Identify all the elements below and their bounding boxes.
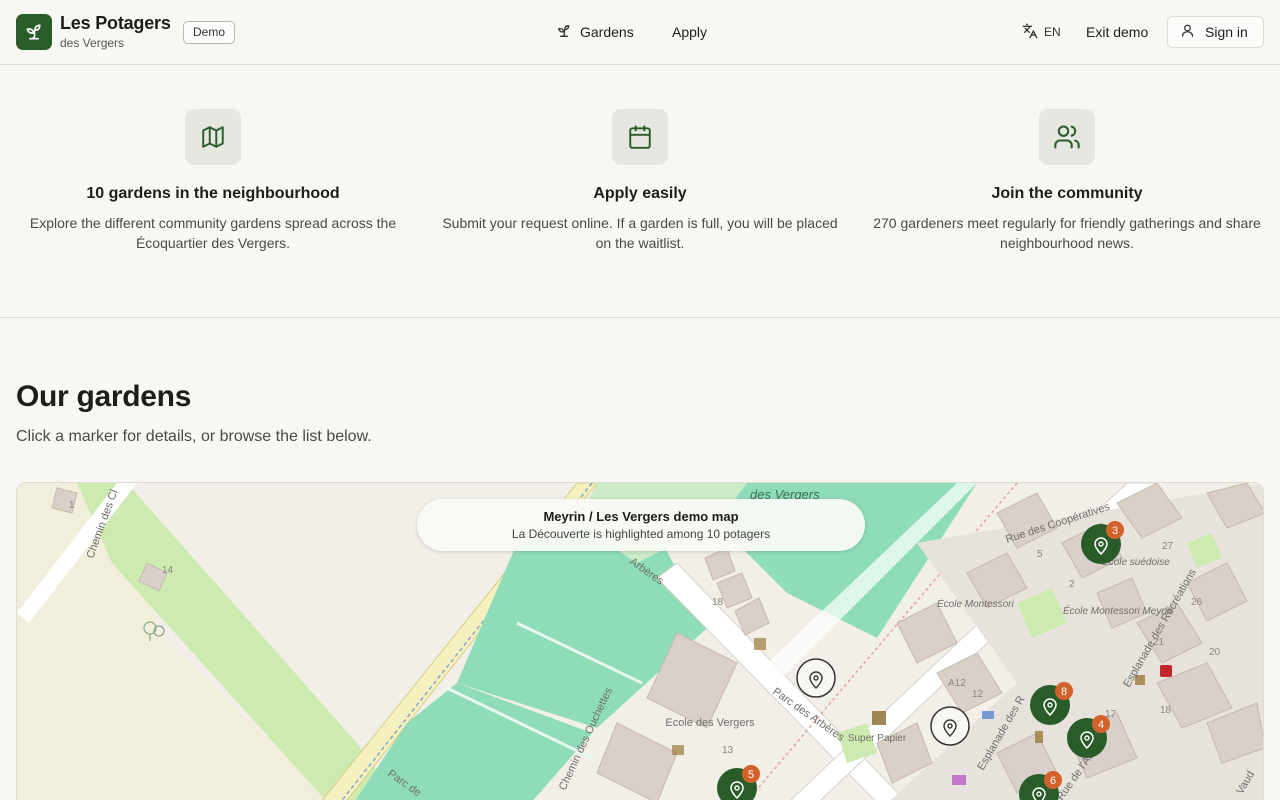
nav-apply-link[interactable]: Apply <box>672 22 707 42</box>
cluster-count: 4 <box>1098 719 1104 731</box>
map-caption-subtitle: La Découverte is highlighted among 10 po… <box>511 527 771 541</box>
map-street-label: École Montessori Meyrin <box>1063 604 1173 617</box>
map-marker[interactable] <box>930 706 970 746</box>
map-house-number: 21 <box>1153 637 1165 648</box>
map-house-number: 12 <box>972 689 984 700</box>
exit-demo-button[interactable]: Exit demo <box>1086 22 1148 42</box>
feature-title: 10 gardens in the neighbourhood <box>86 185 340 202</box>
user-icon <box>1180 23 1195 41</box>
cluster-count: 3 <box>1112 525 1118 537</box>
feature-title: Apply easily <box>593 185 687 202</box>
feature-description: Submit your request online. If a garden … <box>442 215 838 251</box>
brand-subtitle: des Vergers <box>60 36 125 50</box>
map-street-label: École Montessori <box>937 597 1014 610</box>
sign-in-label: Sign in <box>1205 24 1248 40</box>
translate-icon <box>1022 23 1038 42</box>
map-street-label: Ecole des Vergers <box>665 717 755 729</box>
sprout-logo-icon[interactable] <box>16 14 52 50</box>
map-house-number: 18 <box>712 597 724 608</box>
gardens-section-title: Our gardens <box>16 380 192 413</box>
map-house-number: 13 <box>722 745 734 756</box>
language-switcher[interactable]: EN <box>1012 16 1071 48</box>
map-street-label: Super Papier <box>848 733 907 744</box>
cluster-count: 6 <box>1050 775 1056 787</box>
map-caption: Meyrin / Les Vergers demo map La Découve… <box>417 499 865 551</box>
map-icon <box>185 109 241 165</box>
feature-description: Explore the different community gardens … <box>29 215 397 251</box>
language-label: EN <box>1044 25 1061 39</box>
gardens-map[interactable]: Chemin des Cl des Vergers Rue des Coopér… <box>16 482 1264 800</box>
nav-gardens-link[interactable]: Gardens <box>556 22 634 42</box>
gardens-section-subtitle: Click a marker for details, or browse th… <box>16 428 372 445</box>
cluster-count: 5 <box>748 769 754 781</box>
map-house-number: 27 <box>1162 541 1174 552</box>
map-house-number: 26 <box>1191 597 1203 608</box>
map-house-number: 1 <box>69 500 75 511</box>
brand-title[interactable]: Les Potagers <box>60 13 171 34</box>
nav-gardens-label: Gardens <box>580 24 634 40</box>
map-house-number: 20 <box>1209 647 1221 658</box>
features-section: 10 gardens in the neighbourhood Explore … <box>0 65 1280 318</box>
feature-description: 270 gardeners meet regularly for friendl… <box>873 215 1261 251</box>
demo-badge: Demo <box>183 21 236 44</box>
map-house-number: A12 <box>948 678 966 689</box>
map-house-number: 14 <box>162 565 174 576</box>
top-header: Les Potagers des Vergers Demo Gardens Ap… <box>0 0 1280 65</box>
sign-in-button[interactable]: Sign in <box>1167 16 1264 48</box>
map-house-number: 18 <box>1160 705 1172 716</box>
map-caption-title: Meyrin / Les Vergers demo map <box>543 509 739 524</box>
map-house-number: 5 <box>1037 549 1043 560</box>
feature-gardens: 10 gardens in the neighbourhood Explore … <box>13 109 413 253</box>
feature-apply: Apply easily Submit your request online.… <box>440 109 840 253</box>
map-house-number: 2 <box>1069 579 1075 590</box>
cluster-count: 8 <box>1061 686 1067 698</box>
sprout-icon <box>556 23 572 42</box>
users-icon <box>1039 109 1095 165</box>
map-marker[interactable] <box>796 658 836 698</box>
feature-title: Join the community <box>991 185 1143 202</box>
feature-community: Join the community 270 gardeners meet re… <box>867 109 1267 253</box>
calendar-icon <box>612 109 668 165</box>
